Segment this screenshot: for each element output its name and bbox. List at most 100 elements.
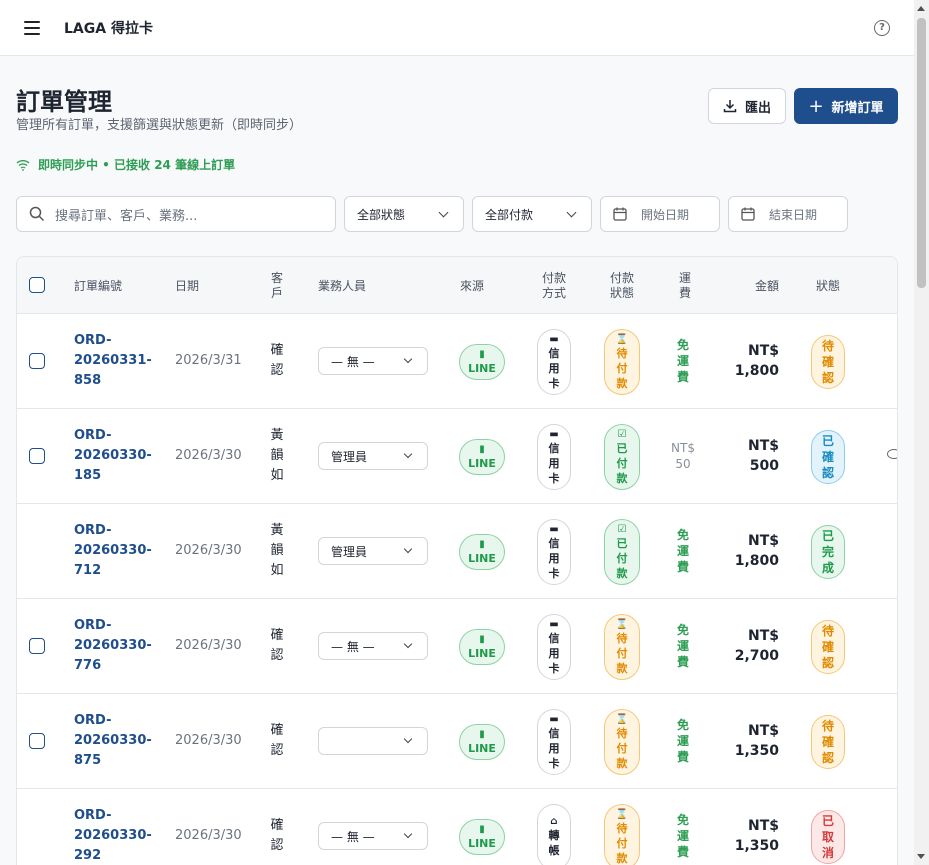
sales-select[interactable]: 管理員 xyxy=(318,537,428,565)
start-date-placeholder: 開始日期 xyxy=(641,207,690,222)
col-source[interactable]: 來源 xyxy=(460,257,484,314)
order-id-link[interactable]: ORD- 20260331- 858 xyxy=(74,331,152,391)
status-filter[interactable]: 全部狀態 xyxy=(344,196,464,232)
row-checkbox[interactable] xyxy=(29,448,45,464)
credit-card-icon: ▬ xyxy=(549,428,559,440)
brand-name: LAGA 得拉卡 xyxy=(64,20,153,37)
sales-select[interactable] xyxy=(318,727,428,755)
phone-icon: ▮ xyxy=(479,823,485,835)
shipping-fee-part: 免 xyxy=(676,813,689,827)
col-date[interactable]: 日期 xyxy=(175,257,199,314)
order-status-badge[interactable]: 已取消 xyxy=(811,810,845,864)
sales-select-value: 管理員 xyxy=(331,449,368,464)
customer-char: 認 xyxy=(270,743,284,758)
payment-status-char: 待 xyxy=(616,346,628,360)
shipping-fee-part: 免 xyxy=(676,528,689,542)
menu-icon[interactable] xyxy=(24,17,46,39)
row-checkbox[interactable] xyxy=(29,638,45,654)
bank-icon: ⌂ xyxy=(550,816,558,827)
calendar-icon xyxy=(741,207,755,221)
new-order-button[interactable]: + 新增訂單 xyxy=(794,88,898,124)
check-icon: ☑ xyxy=(617,428,627,440)
payment-filter[interactable]: 全部付款 xyxy=(472,196,592,232)
credit-card-icon: ▬ xyxy=(549,618,559,630)
col-status[interactable]: 狀態 xyxy=(816,257,840,314)
order-id-part: ORD- xyxy=(74,808,112,823)
scroll-up-icon[interactable] xyxy=(917,6,925,11)
payment-status-char: 款 xyxy=(616,756,628,770)
order-id-part: ORD- xyxy=(74,333,112,348)
shipping-fee-part: 費 xyxy=(676,845,689,859)
page-title: 訂單管理 xyxy=(16,88,112,116)
shipping-fee-part: 免 xyxy=(676,338,689,352)
payment-method-badge: ▬ 信用卡 xyxy=(537,329,571,395)
order-status-badge[interactable]: 待確認 xyxy=(811,715,845,769)
order-status-char: 待 xyxy=(821,719,834,733)
payment-status-char: 已 xyxy=(616,441,628,455)
order-id-part: 712 xyxy=(74,563,102,578)
order-status-char: 認 xyxy=(821,371,834,385)
check-icon: ☑ xyxy=(617,523,627,535)
sales-select[interactable]: — 無 — xyxy=(318,822,428,850)
customer-name: 黃韻如 xyxy=(269,521,285,581)
order-id-part: 20260331- xyxy=(74,353,152,368)
col-shipping[interactable]: 運費 xyxy=(677,257,693,314)
order-id-link[interactable]: ORD- 20260330- 185 xyxy=(74,426,152,486)
customer-char: 韻 xyxy=(270,543,284,558)
payment-method-char: 卡 xyxy=(548,661,560,675)
start-date-input[interactable]: 開始日期 xyxy=(600,196,720,232)
order-status-char: 認 xyxy=(821,656,834,670)
order-status-char: 消 xyxy=(821,846,834,860)
view-eye-icon[interactable] xyxy=(887,449,897,459)
sales-select[interactable]: 管理員 xyxy=(318,442,428,470)
col-customer[interactable]: 客戶 xyxy=(269,257,285,314)
order-status-char: 確 xyxy=(821,640,834,654)
order-date: 2026/3/30 xyxy=(175,828,242,843)
order-status-char: 成 xyxy=(821,561,834,575)
source-label: LINE xyxy=(468,551,496,565)
payment-method-char: 卡 xyxy=(548,471,560,485)
order-id-link[interactable]: ORD- 20260330- 292 xyxy=(74,806,152,865)
row-checkbox[interactable] xyxy=(29,733,45,749)
order-date: 2026/3/30 xyxy=(175,448,242,463)
col-payment-method[interactable]: 付款方式 xyxy=(539,257,569,314)
order-status-char: 確 xyxy=(821,450,834,464)
scroll-down-icon[interactable] xyxy=(917,854,925,859)
plus-icon: + xyxy=(808,95,824,117)
order-id-part: 20260330- xyxy=(74,543,152,558)
search-input[interactable]: 搜尋訂單、客戶、業務... xyxy=(16,196,336,232)
order-status-char: 確 xyxy=(821,355,834,369)
order-status-char: 認 xyxy=(821,751,834,765)
customer-char: 韻 xyxy=(270,448,284,463)
order-amount-part: NT$ xyxy=(747,533,779,549)
sales-select[interactable]: — 無 — xyxy=(318,632,428,660)
order-id-link[interactable]: ORD- 20260330- 712 xyxy=(74,521,152,581)
order-status-badge[interactable]: 待確認 xyxy=(811,620,845,674)
export-button[interactable]: 匯出 xyxy=(708,88,786,124)
order-date: 2026/3/31 xyxy=(175,353,242,368)
order-status-badge[interactable]: 已確認 xyxy=(811,430,845,484)
order-id-part: ORD- xyxy=(74,523,112,538)
scrollbar[interactable] xyxy=(914,0,929,865)
help-icon[interactable]: ? xyxy=(874,20,890,36)
end-date-input[interactable]: 結束日期 xyxy=(728,196,848,232)
table-row: ORD- 20260330- 292 2026/3/30 確認 — 無 — ▮ LINE ⌂ 轉帳… xyxy=(17,789,897,865)
wifi-icon xyxy=(16,159,30,171)
order-id-link[interactable]: ORD- 20260330- 875 xyxy=(74,711,152,771)
order-status-badge[interactable]: 待確認 xyxy=(811,335,845,389)
order-amount: NT$ 1,350 xyxy=(709,721,779,761)
col-sales[interactable]: 業務人員 xyxy=(318,257,366,314)
col-payment-status[interactable]: 付款狀態 xyxy=(607,257,637,314)
order-status-badge[interactable]: 已完成 xyxy=(811,525,845,579)
scrollbar-thumb[interactable] xyxy=(917,18,926,288)
select-all-checkbox[interactable] xyxy=(29,277,45,293)
order-id-part: 858 xyxy=(74,373,102,388)
col-order-id[interactable]: 訂單編號 xyxy=(74,257,122,314)
shipping-fee-part: 運 xyxy=(676,829,689,843)
table-header: 訂單編號 日期 客戶 業務人員 來源 付款方式 付款狀態 運費 金額 狀態 xyxy=(17,257,897,314)
col-amount[interactable]: 金額 xyxy=(755,257,779,314)
payment-status-char: 待 xyxy=(616,726,628,740)
sales-select[interactable]: — 無 — xyxy=(318,347,428,375)
order-id-link[interactable]: ORD- 20260330- 776 xyxy=(74,616,152,676)
row-checkbox[interactable] xyxy=(29,353,45,369)
